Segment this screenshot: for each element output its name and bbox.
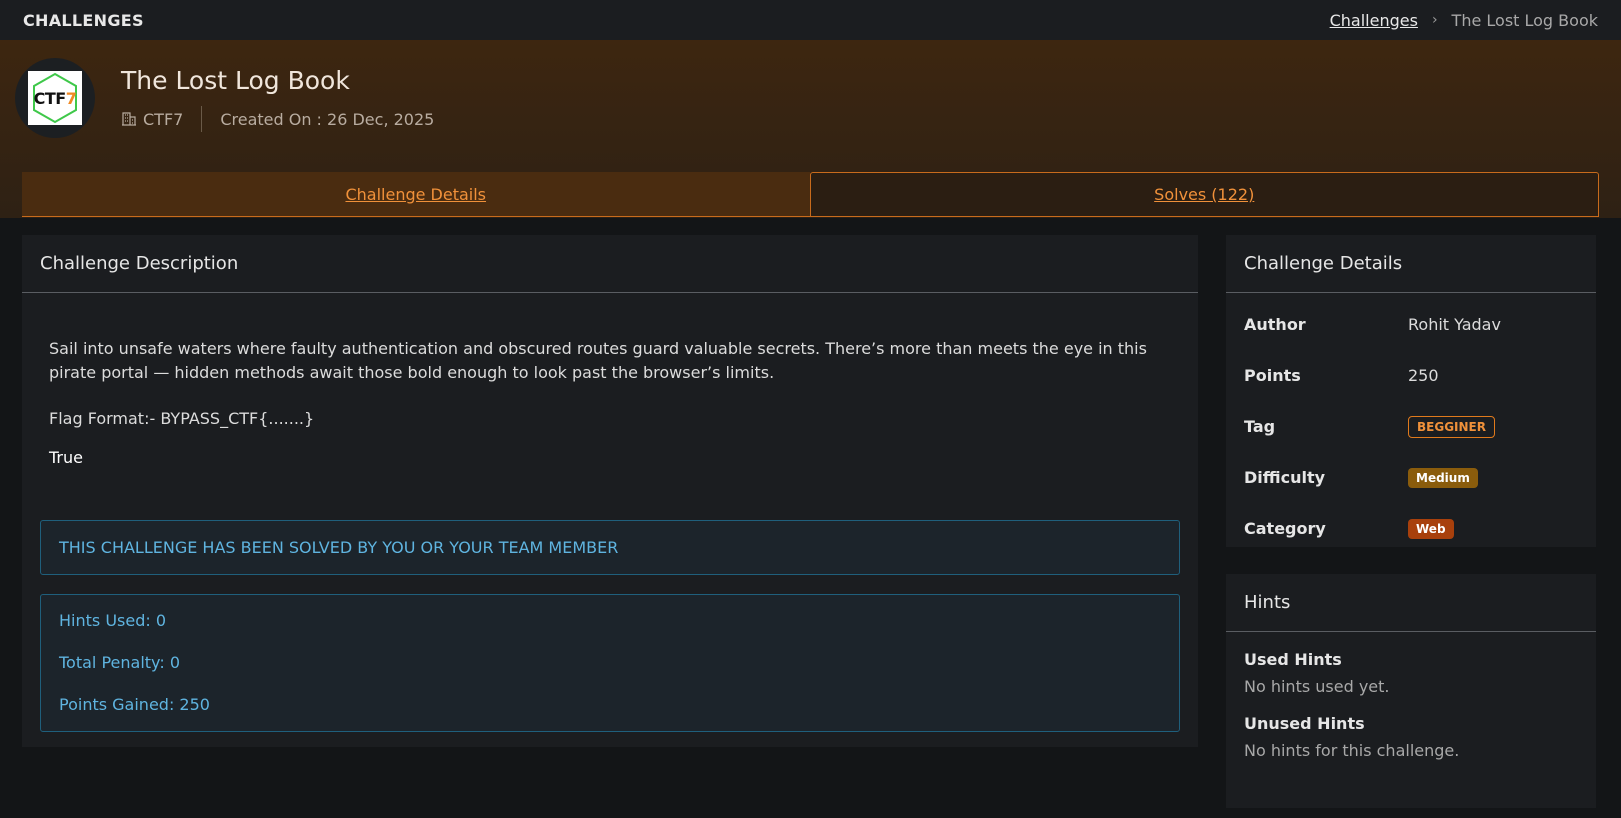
points-gained: Points Gained: 250 <box>59 695 210 714</box>
ctf7-logo-icon: CTF7 <box>28 71 82 125</box>
logo-text: CTF <box>33 88 67 108</box>
unused-hints-title: Unused Hints <box>1244 714 1365 733</box>
detail-key: Points <box>1244 366 1301 385</box>
challenge-title: The Lost Log Book <box>121 66 350 95</box>
breadcrumb-current: The Lost Log Book <box>1451 10 1598 30</box>
brand-title: CHALLENGES <box>23 10 144 30</box>
detail-key: Author <box>1244 315 1306 334</box>
tab-challenge-details[interactable]: Challenge Details <box>22 172 810 217</box>
detail-row-points: Points 250 <box>1226 350 1596 401</box>
solved-alert: THIS CHALLENGE HAS BEEN SOLVED BY YOU OR… <box>40 520 1180 575</box>
hints-used: Hints Used: 0 <box>59 611 167 630</box>
org-name: CTF7 <box>143 109 184 129</box>
details-heading: Challenge Details <box>1226 235 1596 293</box>
top-bar: CHALLENGES Challenges › The Lost Log Boo… <box>0 0 1621 40</box>
challenge-tabs: Challenge Details Solves (122) <box>22 172 1599 217</box>
detail-key: Tag <box>1244 417 1276 436</box>
solve-stats: Hints Used: 0 Total Penalty: 0 Points Ga… <box>40 594 1180 732</box>
tab-solves[interactable]: Solves (122) <box>809 172 1599 217</box>
unused-hints-text: No hints for this challenge. <box>1244 741 1460 760</box>
breadcrumb-link-challenges[interactable]: Challenges <box>1330 11 1418 30</box>
created-date: Created On : 26 Dec, 2025 <box>220 109 435 129</box>
used-hints-text: No hints used yet. <box>1244 677 1390 696</box>
points-value: 250 <box>1408 366 1439 385</box>
challenge-description-panel: Challenge Description Sail into unsafe w… <box>22 235 1198 747</box>
detail-row-category: Category Web <box>1226 503 1596 554</box>
hints-panel: Hints Used Hints No hints used yet. Unus… <box>1226 574 1596 808</box>
difficulty-badge: Medium <box>1408 468 1478 488</box>
description-heading: Challenge Description <box>22 235 1198 293</box>
description-text: Sail into unsafe waters where faulty aut… <box>49 339 1147 382</box>
tag-badge: BEGGINER <box>1408 415 1495 438</box>
detail-key: Category <box>1244 519 1326 538</box>
flag-format: Flag Format:- BYPASS_CTF{.......} <box>49 409 315 428</box>
detail-row-author: Author Rohit Yadav <box>1226 299 1596 350</box>
total-penalty: Total Penalty: 0 <box>59 653 180 672</box>
detail-key: Difficulty <box>1244 468 1326 487</box>
building-icon <box>122 112 136 126</box>
author-value: Rohit Yadav <box>1408 315 1501 334</box>
challenge-details-panel: Challenge Details Author Rohit Yadav Poi… <box>1226 235 1596 547</box>
description-extra: True <box>49 448 83 467</box>
detail-row-tag: Tag BEGGINER <box>1226 401 1596 452</box>
detail-row-difficulty: Difficulty Medium <box>1226 452 1596 503</box>
meta-divider <box>201 106 203 132</box>
org-logo: CTF7 <box>15 58 95 138</box>
used-hints-title: Used Hints <box>1244 650 1342 669</box>
category-badge: Web <box>1408 519 1454 539</box>
hints-heading: Hints <box>1226 574 1596 632</box>
challenge-meta: CTF7 Created On : 26 Dec, 2025 <box>121 106 434 132</box>
breadcrumb: Challenges › The Lost Log Book <box>1330 11 1598 30</box>
logo-digit: 7 <box>65 88 77 108</box>
chevron-right-icon: › <box>1431 12 1438 28</box>
